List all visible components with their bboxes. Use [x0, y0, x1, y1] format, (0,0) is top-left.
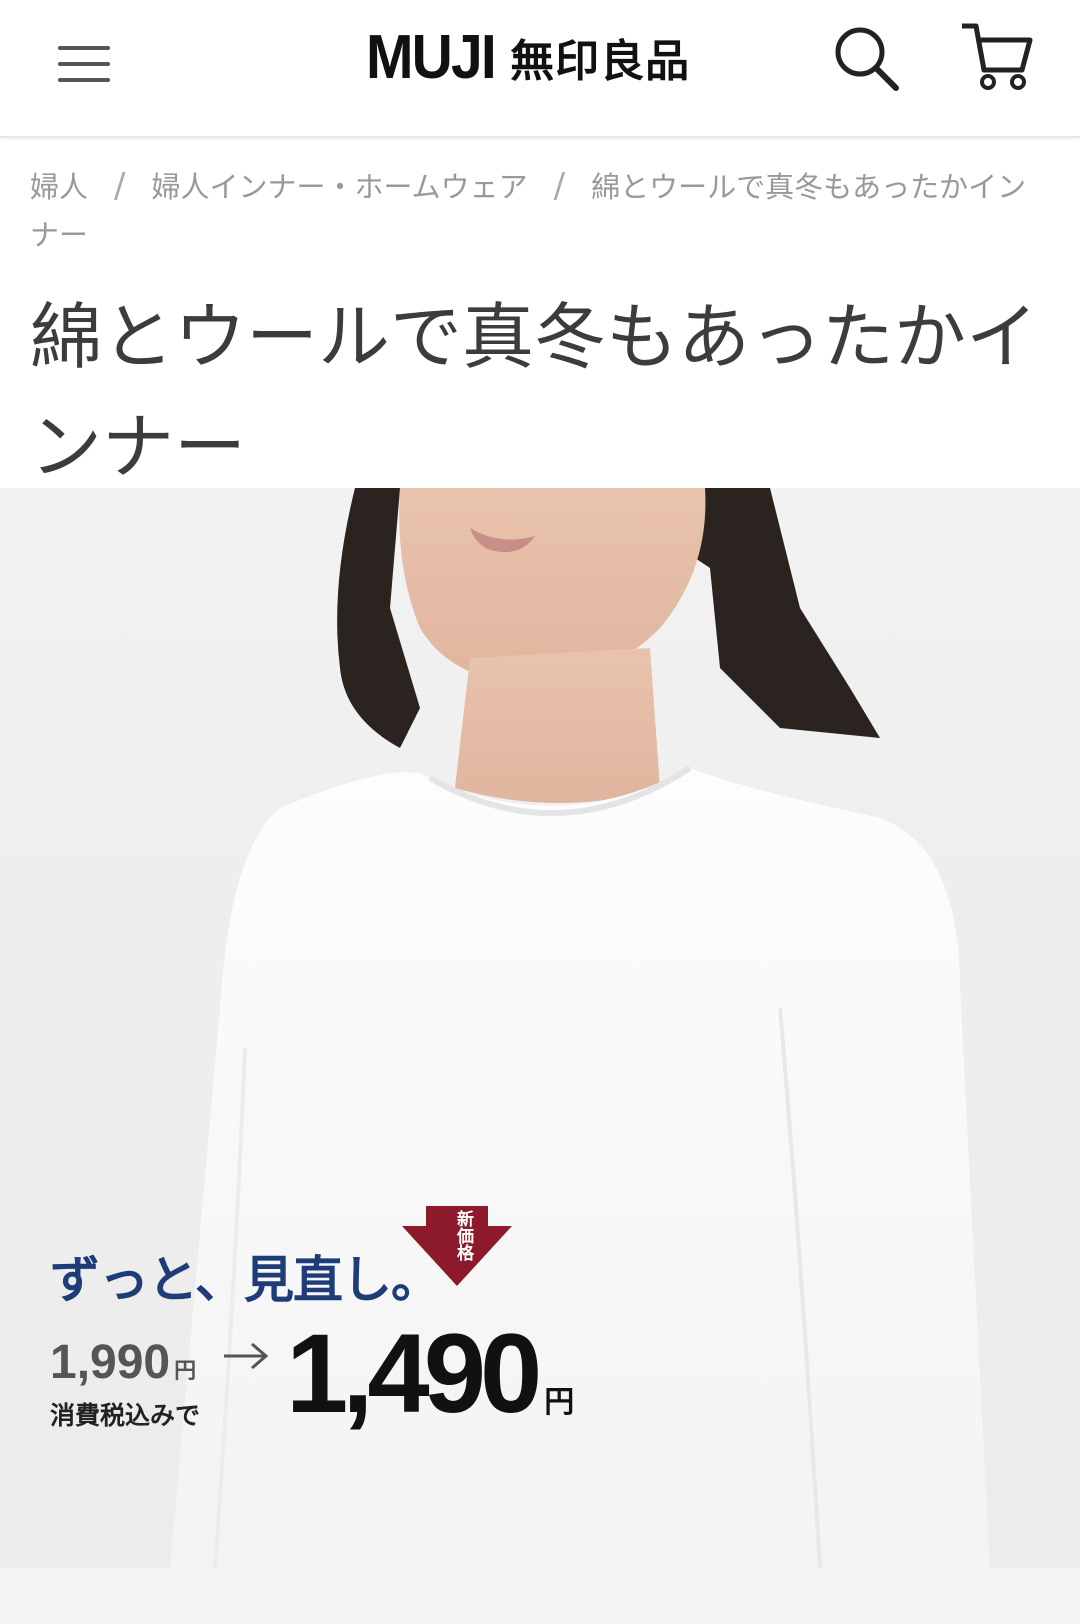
muji-logo[interactable]: MUJI 無印良品	[366, 22, 690, 92]
old-price-value: 1,990	[50, 1336, 171, 1389]
breadcrumb-item-womens-inner[interactable]: 婦人インナー・ホームウェア	[151, 170, 527, 204]
old-price-unit: 円	[174, 1358, 197, 1383]
breadcrumb-item-womens[interactable]: 婦人	[30, 170, 88, 204]
new-price: 1,490 円	[286, 1318, 574, 1430]
tax-note: 消費税込みで	[50, 1401, 201, 1430]
promo-tagline: ずっと、見直し。	[50, 1251, 441, 1309]
site-header: MUJI 無印良品	[0, 0, 1080, 138]
breadcrumb-separator: /	[553, 166, 566, 206]
new-price-unit: 円	[544, 1386, 575, 1419]
breadcrumb-separator: /	[114, 166, 126, 206]
hamburger-menu-icon[interactable]	[56, 38, 116, 86]
new-price-value: 1,490	[286, 1311, 542, 1436]
bottom-strip	[0, 1568, 1080, 1624]
logo-text-en: MUJI	[366, 22, 497, 92]
arrow-right-icon	[222, 1338, 272, 1374]
cart-icon[interactable]	[958, 20, 1038, 100]
old-price: 1,990 円	[50, 1335, 196, 1390]
logo-text-jp: 無印良品	[510, 36, 691, 87]
page-title: 綿とウールで真冬もあったかインナー	[30, 295, 1039, 489]
search-icon[interactable]	[828, 20, 908, 100]
new-price-badge-label: 新価格	[453, 1210, 473, 1261]
new-price-badge: 新価格	[402, 1206, 512, 1316]
breadcrumb: 婦人 / 婦人インナー・ホームウェア / 綿とウールで真冬もあったかインナー	[30, 162, 1050, 259]
